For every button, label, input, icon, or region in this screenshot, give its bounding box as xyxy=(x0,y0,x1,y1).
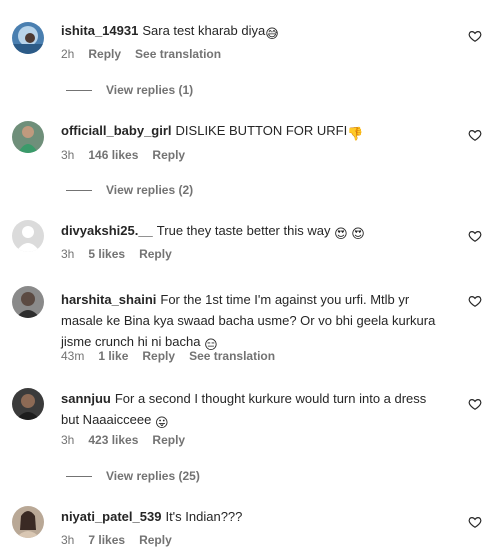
reply-button[interactable]: Reply xyxy=(139,247,172,261)
divider-line xyxy=(66,89,92,91)
comment-text: officiall_baby_girl DISLIKE BUTTON FOR UR… xyxy=(61,120,441,144)
comment-meta: 3h 423 likes Reply xyxy=(61,433,199,447)
comment-meta: 3h 146 likes Reply xyxy=(61,148,199,162)
comment-username[interactable]: ishita_14931 xyxy=(61,23,138,38)
like-count[interactable]: 7 likes xyxy=(88,533,125,547)
comment-body: It's Indian??? xyxy=(165,509,243,524)
avatar[interactable] xyxy=(12,220,44,252)
comment-time: 2h xyxy=(61,47,75,61)
view-replies-button[interactable]: View replies (25) xyxy=(66,469,200,483)
reply-button[interactable]: Reply xyxy=(152,433,185,447)
comment-meta: 3h 5 likes Reply xyxy=(61,247,186,261)
sweat-smile-emoji-icon: 😅 xyxy=(265,26,279,41)
heart-outline-icon[interactable] xyxy=(468,294,482,308)
comment-meta: 3h 7 likes Reply xyxy=(61,533,186,547)
heart-eyes-emoji-icon: 😍 😍 xyxy=(334,226,365,241)
reply-button[interactable]: Reply xyxy=(152,148,185,162)
comment-text: harshita_shaini For the 1st time I'm agai… xyxy=(61,289,441,355)
comment-text: niyati_patel_539 It's Indian??? xyxy=(61,506,441,527)
heart-outline-icon[interactable] xyxy=(468,515,482,529)
comment-text: ishita_14931 Sara test kharab diya😅 xyxy=(61,20,441,44)
like-count[interactable]: 1 like xyxy=(98,349,128,363)
divider-line xyxy=(66,475,92,477)
comment-time: 3h xyxy=(61,533,75,547)
comment-text: divyakshi25.__ True they taste better thi… xyxy=(61,220,441,244)
comment-body: For a second I thought kurkure would tur… xyxy=(61,391,427,427)
divider-line xyxy=(66,189,92,191)
avatar[interactable] xyxy=(12,121,44,153)
view-replies-button[interactable]: View replies (1) xyxy=(66,83,193,97)
comment-username[interactable]: divyakshi25.__ xyxy=(61,223,153,238)
comment-meta: 2h Reply See translation xyxy=(61,47,235,61)
view-replies-button[interactable]: View replies (2) xyxy=(66,183,193,197)
avatar[interactable] xyxy=(12,22,44,54)
comment-time: 3h xyxy=(61,433,75,447)
view-replies-label: View replies (25) xyxy=(106,469,200,483)
avatar[interactable] xyxy=(12,506,44,538)
comment-username[interactable]: niyati_patel_539 xyxy=(61,509,161,524)
comment-username[interactable]: harshita_shaini xyxy=(61,292,156,307)
reply-button[interactable]: Reply xyxy=(139,533,172,547)
reply-button[interactable]: Reply xyxy=(142,349,175,363)
heart-outline-icon[interactable] xyxy=(468,229,482,243)
thumbs-down-emoji-icon: 👎 xyxy=(347,126,364,141)
avatar[interactable] xyxy=(12,388,44,420)
see-translation-button[interactable]: See translation xyxy=(189,349,275,363)
avatar[interactable] xyxy=(12,286,44,318)
comment-text: sannjuu For a second I thought kurkure wo… xyxy=(61,388,441,433)
comment-body: Sara test kharab diya xyxy=(142,23,266,38)
like-count[interactable]: 423 likes xyxy=(88,433,138,447)
comment-username[interactable]: sannjuu xyxy=(61,391,111,406)
comment-body: DISLIKE BUTTON FOR URFI xyxy=(175,123,348,138)
comment-time: 3h xyxy=(61,148,75,162)
reply-button[interactable]: Reply xyxy=(88,47,121,61)
comment-time: 3h xyxy=(61,247,75,261)
like-count[interactable]: 146 likes xyxy=(88,148,138,162)
like-count[interactable]: 5 likes xyxy=(88,247,125,261)
heart-outline-icon[interactable] xyxy=(468,397,482,411)
comment-time: 43m xyxy=(61,349,85,363)
view-replies-label: View replies (1) xyxy=(106,83,194,97)
view-replies-label: View replies (2) xyxy=(106,183,194,197)
heart-outline-icon[interactable] xyxy=(468,128,482,142)
see-translation-button[interactable]: See translation xyxy=(135,47,221,61)
comment-meta: 43m 1 like Reply See translation xyxy=(61,349,289,363)
tongue-emoji-icon: 😛 xyxy=(154,415,169,430)
comment-username[interactable]: officiall_baby_girl xyxy=(61,123,172,138)
heart-outline-icon[interactable] xyxy=(468,29,482,43)
comment-body: True they taste better this way xyxy=(156,223,331,238)
